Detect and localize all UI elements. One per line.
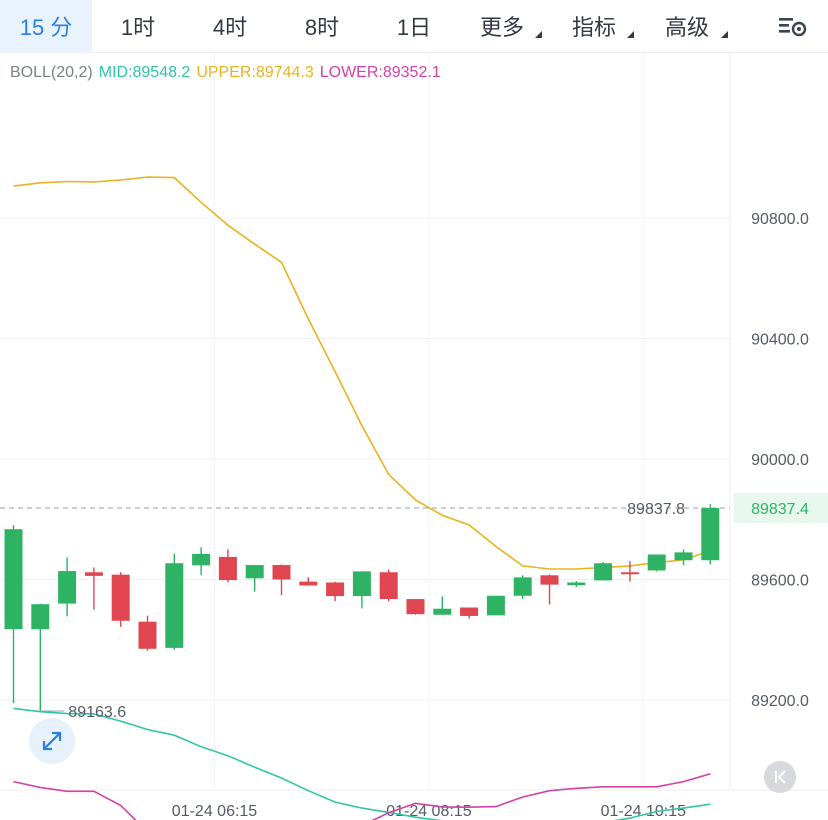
candle-body xyxy=(272,565,291,580)
candle-body xyxy=(674,552,693,561)
y-tick-label: 90400.0 xyxy=(751,332,809,349)
tab-label: 4时 xyxy=(212,15,248,40)
tab-7[interactable]: 高级 xyxy=(644,0,738,52)
tab-4[interactable]: 1日 xyxy=(368,0,460,52)
last-price-label: 89837.4 xyxy=(751,501,809,518)
boll-upper-line xyxy=(13,176,711,570)
chart-settings-button[interactable] xyxy=(758,0,828,52)
y-tick-label: 89200.0 xyxy=(751,693,809,710)
mark-line-label: 89837.8 xyxy=(627,501,685,518)
tab-label: 15 分 xyxy=(19,15,73,40)
reset-view-button[interactable] xyxy=(764,761,796,793)
chart-settings-icon xyxy=(779,18,807,37)
tab-6[interactable]: 指标 xyxy=(552,0,644,52)
candle-body xyxy=(433,608,452,615)
fullscreen-button[interactable] xyxy=(29,718,75,764)
tab-5[interactable]: 更多 xyxy=(460,0,552,52)
candle-body xyxy=(379,572,398,600)
y-tick-label: 90800.0 xyxy=(751,211,809,228)
dropdown-caret-icon xyxy=(627,31,634,38)
tab-0[interactable]: 15 分 xyxy=(0,0,92,52)
candle-body xyxy=(326,582,345,597)
candlestick-chart[interactable]: 89200.0 89600.0 90000.0 90400.0 90800.0 01-24… xyxy=(0,53,828,820)
tab-3[interactable]: 8时 xyxy=(276,0,368,52)
tab-label: 8时 xyxy=(304,15,340,40)
skip-to-latest-icon xyxy=(775,770,786,784)
candle-body xyxy=(701,507,720,561)
tab-1[interactable]: 1时 xyxy=(92,0,184,52)
candle-body xyxy=(620,572,639,575)
candle-body xyxy=(138,621,157,649)
boll-legend-mid: MID:89548.2 xyxy=(98,64,191,81)
candle-body xyxy=(111,574,130,621)
y-tick-label: 90000.0 xyxy=(751,452,809,469)
y-tick-label: 89600.0 xyxy=(751,573,809,590)
candle-body xyxy=(486,595,505,616)
candle-body xyxy=(218,556,237,581)
candle-body xyxy=(540,575,559,585)
tab-label: 更多 xyxy=(479,15,524,40)
candle-body xyxy=(245,565,264,579)
timeframe-tab-bar: 15 分 1时 4时 8时 1日 更多 指标 高级 xyxy=(0,0,828,53)
tab-label: 1时 xyxy=(120,15,156,40)
candle-body xyxy=(647,554,666,571)
candle-body xyxy=(192,553,211,566)
candle-body xyxy=(567,582,586,586)
candle-body xyxy=(460,607,479,616)
tab-label: 1日 xyxy=(396,15,432,40)
tab-label: 高级 xyxy=(664,15,709,40)
dropdown-caret-icon xyxy=(721,31,728,38)
tab-2[interactable]: 4时 xyxy=(184,0,276,52)
candle-body xyxy=(31,604,50,630)
candle-body xyxy=(84,572,103,576)
boll-legend-lower: LOWER:89352.1 xyxy=(319,64,441,81)
x-tick-label: 01-24 06:15 xyxy=(172,803,258,820)
candle-body xyxy=(513,577,532,596)
boll-legend-name: BOLL(20,2) xyxy=(10,64,93,81)
candle-body xyxy=(4,529,23,630)
x-tick-label: 01-24 10:15 xyxy=(601,803,687,820)
tab-label: 指标 xyxy=(571,15,616,40)
candle-body xyxy=(299,581,318,586)
candle-body xyxy=(58,571,77,604)
min-low-label: 89163.6 xyxy=(68,704,126,721)
dropdown-caret-icon xyxy=(535,31,542,38)
candle-body xyxy=(594,563,613,581)
expand-icon xyxy=(42,731,62,751)
boll-legend-upper: UPPER:89744.3 xyxy=(196,64,314,81)
candle-body xyxy=(406,599,425,615)
candle-body xyxy=(352,571,371,597)
boll-legend: BOLL(20,2) MID:89548.2 UPPER:89744.3 LOWER:… xyxy=(10,64,447,82)
candle-body xyxy=(165,563,184,648)
